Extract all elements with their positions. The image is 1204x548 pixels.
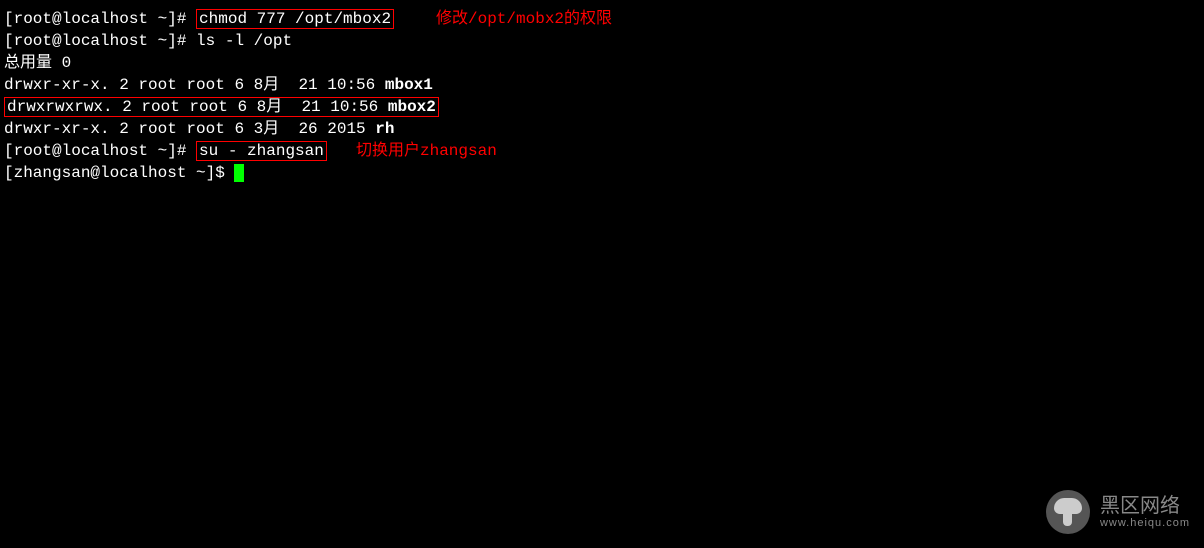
- annotation-chmod: 修改/opt/mobx2的权限: [436, 8, 612, 30]
- prompt-user: [zhangsan@localhost ~]$: [4, 164, 234, 182]
- watermark-url: www.heiqu.com: [1100, 517, 1190, 529]
- ls-entry-mbox1-perm: drwxr-xr-x. 2 root root 6 8月 21 10:56: [4, 76, 385, 94]
- prompt-root: [root@localhost ~]#: [4, 32, 196, 50]
- ls-entry-mbox2-perm: drwxrwxrwx. 2 root root 6 8月 21 10:56: [7, 98, 388, 116]
- terminal-line-7: [root@localhost ~]# su - zhangsan: [4, 140, 1200, 162]
- terminal-line-4: drwxr-xr-x. 2 root root 6 8月 21 10:56 mb…: [4, 74, 1200, 96]
- annotation-su: 切换用户zhangsan: [356, 140, 497, 162]
- highlight-box-mbox2: drwxrwxrwx. 2 root root 6 8月 21 10:56 mb…: [4, 97, 439, 117]
- cursor: [234, 164, 244, 182]
- mushroom-icon: [1046, 490, 1090, 534]
- watermark-text: 黑区网络 www.heiqu.com: [1100, 495, 1190, 529]
- terminal-line-8[interactable]: [zhangsan@localhost ~]$: [4, 162, 1200, 184]
- highlight-box-chmod: chmod 777 /opt/mbox2: [196, 9, 394, 29]
- cmd-su: su - zhangsan: [199, 142, 324, 160]
- ls-entry-rh-perm: drwxr-xr-x. 2 root root 6 3月 26 2015: [4, 120, 375, 138]
- terminal-line-3: 总用量 0: [4, 52, 1200, 74]
- terminal-line-6: drwxr-xr-x. 2 root root 6 3月 26 2015 rh: [4, 118, 1200, 140]
- terminal-line-2: [root@localhost ~]# ls -l /opt: [4, 30, 1200, 52]
- cmd-ls: ls -l /opt: [196, 32, 292, 50]
- cmd-chmod: chmod 777 /opt/mbox2: [199, 10, 391, 28]
- prompt-root: [root@localhost ~]#: [4, 142, 196, 160]
- ls-entry-mbox2-name: mbox2: [388, 98, 436, 116]
- ls-entry-rh-name: rh: [375, 120, 394, 138]
- prompt-root: [root@localhost ~]#: [4, 10, 196, 28]
- terminal-line-5: drwxrwxrwx. 2 root root 6 8月 21 10:56 mb…: [4, 96, 1200, 118]
- watermark-title: 黑区网络: [1100, 495, 1190, 517]
- watermark: 黑区网络 www.heiqu.com: [1046, 490, 1190, 534]
- highlight-box-su: su - zhangsan: [196, 141, 327, 161]
- ls-entry-mbox1-name: mbox1: [385, 76, 433, 94]
